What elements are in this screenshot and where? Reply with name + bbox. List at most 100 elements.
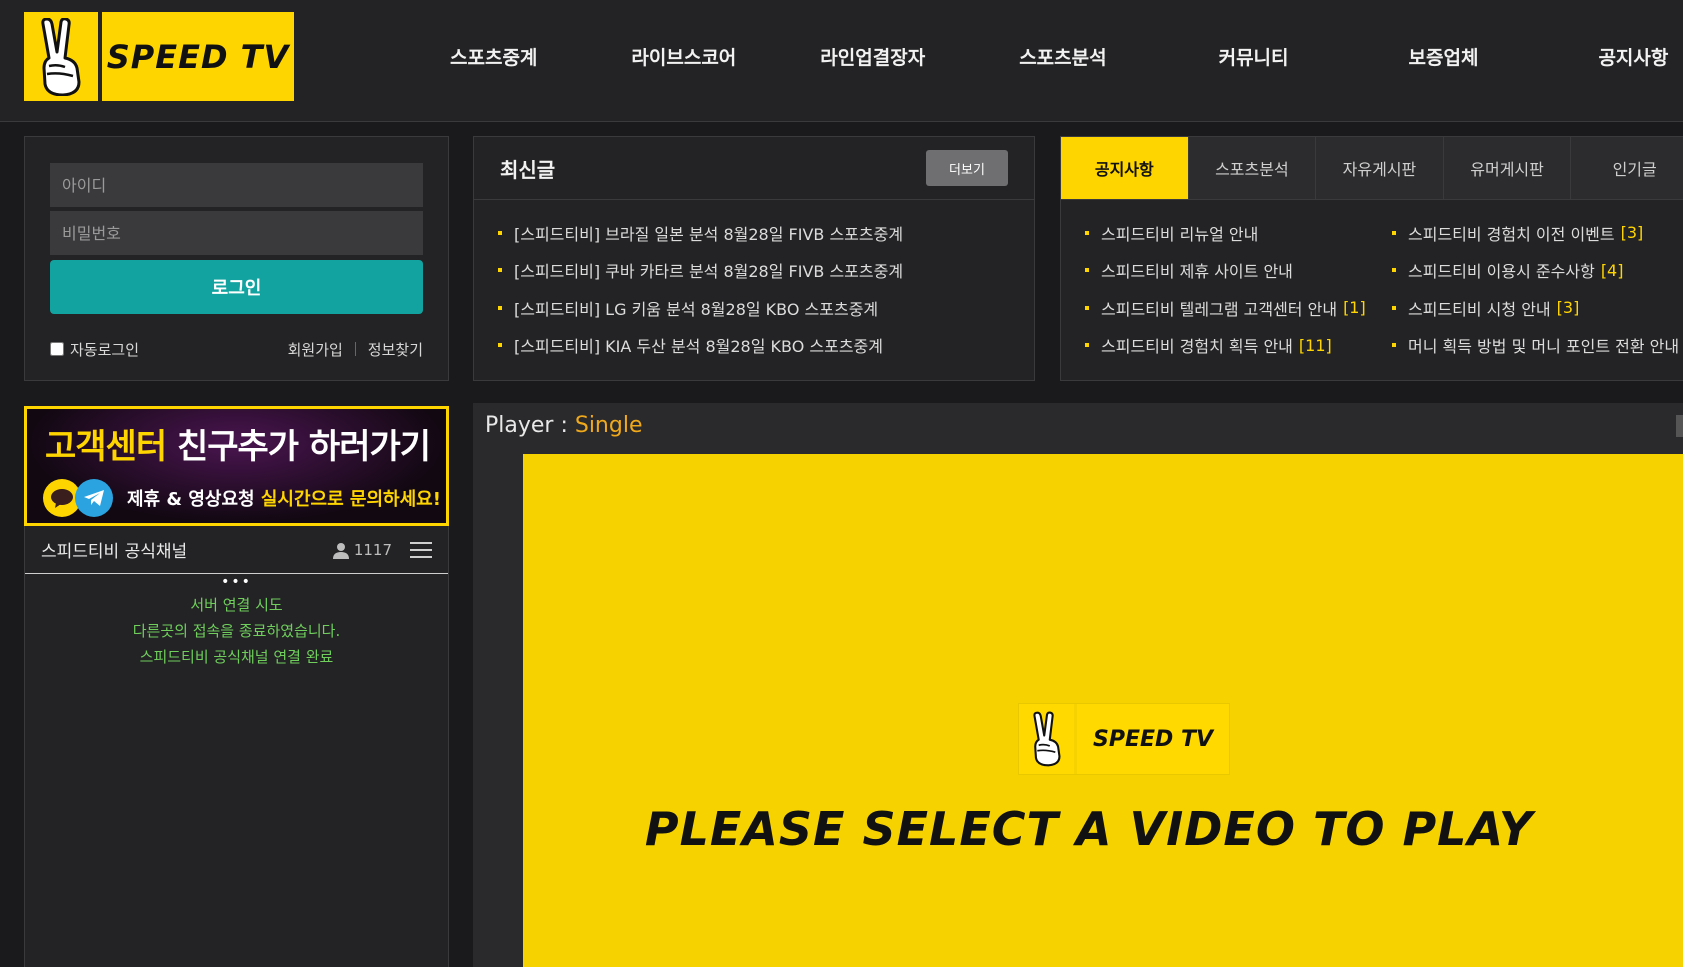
nav-sports-broadcast[interactable]: 스포츠중계 — [450, 43, 537, 70]
notice-list-left: 스피드티비 리뉴얼 안내 스피드티비 제휴 사이트 안내 스피드티비 텔레그램 … — [1085, 214, 1392, 364]
site-header: SPEED TV 스포츠중계 라이브스코어 라인업결장자 스포츠분석 커뮤니티 … — [0, 0, 1683, 122]
list-item[interactable]: 스피드티비 경험치 이전 이벤트 [3] — [1392, 214, 1683, 252]
auto-login-label[interactable]: 자동로그인 — [70, 339, 139, 360]
player-logo-text: SPEED TV — [1093, 726, 1213, 752]
chat-system-message: 스피드티비 공식채널 연결 완료 — [139, 648, 334, 666]
list-item[interactable]: 스피드티비 이용시 준수사항 [4] — [1392, 252, 1683, 290]
tab-sports-analysis[interactable]: 스포츠분석 — [1188, 137, 1317, 199]
post-title[interactable]: [스피드티비] KIA 두산 분석 8월28일 KBO 스포츠중계 — [514, 333, 883, 357]
bullet — [1085, 343, 1089, 348]
username-input[interactable] — [50, 163, 423, 207]
comment-count: [1] — [1343, 298, 1366, 318]
bullet — [498, 268, 502, 273]
list-item[interactable]: 스피드티비 제휴 사이트 안내 — [1085, 252, 1392, 290]
player-mode[interactable]: Single — [575, 413, 643, 438]
banner-headline-highlight: 고객센터 — [45, 427, 167, 467]
telegram-icon — [75, 479, 113, 517]
player-label: Player : — [485, 413, 575, 438]
password-input[interactable] — [50, 211, 423, 255]
player-mode-label: Player : Single — [485, 413, 643, 438]
user-icon — [332, 542, 349, 559]
bullet — [498, 230, 502, 235]
player-logo: SPEED TV — [1019, 704, 1229, 774]
nav-community[interactable]: 커뮤니티 — [1219, 43, 1289, 70]
list-item[interactable]: 스피드티비 시청 안내 [3] — [1392, 289, 1683, 327]
comment-count: [3] — [1620, 223, 1644, 243]
notice-title[interactable]: 스피드티비 시청 안내 — [1408, 296, 1551, 320]
nav-sports-analysis[interactable]: 스포츠분석 — [1019, 43, 1106, 70]
notice-title[interactable]: 머니 획득 방법 및 머니 포인트 전환 안내 — [1408, 333, 1679, 357]
tab-notice[interactable]: 공지사항 — [1061, 137, 1189, 199]
bullet — [1392, 343, 1396, 348]
auto-login-checkbox[interactable] — [50, 342, 64, 356]
nav-lineup[interactable]: 라인업결장자 — [820, 43, 925, 70]
bullet — [1085, 305, 1089, 310]
chat-user-count[interactable]: 1117 — [332, 541, 392, 559]
comment-count: [4] — [1600, 260, 1624, 280]
main-nav: 스포츠중계 라이브스코어 라인업결장자 스포츠분석 커뮤니티 보증업체 공지사항 — [450, 0, 1668, 112]
list-item[interactable]: [스피드티비] 쿠바 카타르 분석 8월28일 FIVB 스포츠중계 — [498, 252, 1034, 290]
player-scrollbar[interactable] — [1676, 415, 1683, 437]
board-tabs: 공지사항 스포츠분석 자유게시판 유머게시판 인기글 — [1061, 137, 1683, 200]
notice-columns: 스피드티비 리뉴얼 안내 스피드티비 제휴 사이트 안내 스피드티비 텔레그램 … — [1061, 200, 1683, 364]
chat-title: 스피드티비 공식채널 — [41, 542, 188, 562]
tab-free-board[interactable]: 자유게시판 — [1316, 137, 1444, 199]
nav-verified-sites[interactable]: 보증업체 — [1409, 43, 1479, 70]
latest-posts-header: 최신글 더보기 — [474, 137, 1034, 200]
find-info-link[interactable]: 정보찾기 — [368, 339, 423, 360]
list-item[interactable]: [스피드티비] 브라질 일본 분석 8월28일 FIVB 스포츠중계 — [498, 214, 1034, 252]
notice-title[interactable]: 스피드티비 경험치 획득 안내 — [1101, 333, 1293, 357]
bullet — [1085, 268, 1089, 273]
bullet — [1392, 268, 1396, 273]
notice-title[interactable]: 스피드티비 경험치 이전 이벤트 — [1408, 221, 1615, 245]
post-title[interactable]: [스피드티비] LG 키움 분석 8월28일 KBO 스포츠중계 — [514, 296, 878, 320]
chat-header: 스피드티비 공식채널 1117 — [25, 526, 448, 574]
login-links: 회원가입 정보찾기 — [288, 339, 423, 360]
nav-live-score[interactable]: 라이브스코어 — [631, 43, 736, 70]
list-item[interactable]: 스피드티비 텔레그램 고객센터 안내 [1] — [1085, 289, 1392, 327]
hamburger-menu-icon[interactable] — [410, 541, 432, 558]
customer-center-banner[interactable]: 고객센터 친구추가 하러가기 제휴 & 영상요청 실시간으로 문의하세요! — [24, 406, 449, 526]
latest-posts-panel: 최신글 더보기 [스피드티비] 브라질 일본 분석 8월28일 FIVB 스포츠… — [473, 136, 1035, 381]
signup-link[interactable]: 회원가입 — [288, 339, 343, 360]
list-item[interactable]: [스피드티비] LG 키움 분석 8월28일 KBO 스포츠중계 — [498, 289, 1034, 327]
bullet — [498, 305, 502, 310]
nav-notice[interactable]: 공지사항 — [1598, 43, 1668, 70]
list-item[interactable]: [스피드티비] KIA 두산 분석 8월28일 KBO 스포츠중계 — [498, 327, 1034, 365]
banner-subtext-highlight: 실시간으로 문의하세요! — [260, 489, 441, 510]
player-screen[interactable]: SPEED TV PLEASE SELECT A VIDEO TO PLAY — [523, 454, 1683, 967]
peace-hand-icon — [1019, 704, 1077, 774]
loading-dots-icon: ••• — [221, 574, 252, 590]
latest-posts-list: [스피드티비] 브라질 일본 분석 8월28일 FIVB 스포츠중계 [스피드티… — [474, 200, 1034, 364]
banner-subtext: 제휴 & 영상요청 실시간으로 문의하세요! — [127, 485, 441, 511]
notice-title[interactable]: 스피드티비 이용시 준수사항 — [1408, 258, 1595, 282]
post-title[interactable]: [스피드티비] 브라질 일본 분석 8월28일 FIVB 스포츠중계 — [514, 221, 903, 245]
post-title[interactable]: [스피드티비] 쿠바 카타르 분석 8월28일 FIVB 스포츠중계 — [514, 258, 903, 282]
bullet — [1392, 305, 1396, 310]
board-tabs-panel: 공지사항 스포츠분석 자유게시판 유머게시판 인기글 스피드티비 리뉴얼 안내 … — [1060, 136, 1683, 381]
chat-system-message: 서버 연결 시도 — [190, 596, 283, 614]
tab-humor-board[interactable]: 유머게시판 — [1443, 137, 1572, 199]
list-item[interactable]: 스피드티비 경험치 획득 안내 [11] — [1085, 327, 1392, 365]
chat-panel: 스피드티비 공식채널 1117 ••• 서버 연결 시도 다른곳의 접속을 종료… — [24, 526, 449, 967]
bullet — [1085, 230, 1089, 235]
bullet — [498, 343, 502, 348]
chat-messages: 서버 연결 시도 다른곳의 접속을 종료하였습니다. 스피드티비 공식채널 연결… — [25, 592, 448, 670]
video-player: Player : Single SPEED TV PLEASE SELECT A… — [473, 403, 1683, 967]
login-panel: 로그인 자동로그인 회원가입 정보찾기 — [24, 136, 449, 381]
banner-headline-text: 친구추가 하러가기 — [166, 427, 431, 467]
user-count-value: 1117 — [353, 540, 392, 559]
banner-headline: 고객센터 친구추가 하러가기 — [45, 419, 431, 468]
peace-hand-icon — [24, 12, 102, 101]
notice-title[interactable]: 스피드티비 제휴 사이트 안내 — [1101, 258, 1293, 282]
notice-title[interactable]: 스피드티비 리뉴얼 안내 — [1101, 221, 1258, 245]
more-button[interactable]: 더보기 — [926, 150, 1008, 186]
site-logo[interactable]: SPEED TV — [24, 12, 294, 101]
list-item[interactable]: 스피드티비 리뉴얼 안내 — [1085, 214, 1392, 252]
tab-popular[interactable]: 인기글 — [1571, 137, 1683, 199]
login-button[interactable]: 로그인 — [50, 260, 423, 314]
notice-title[interactable]: 스피드티비 텔레그램 고객센터 안내 — [1101, 296, 1337, 320]
banner-subtext-plain: 제휴 & 영상요청 — [127, 489, 261, 510]
list-item[interactable]: 머니 획득 방법 및 머니 포인트 전환 안내 — [1392, 327, 1683, 365]
notice-list-right: 스피드티비 경험치 이전 이벤트 [3] 스피드티비 이용시 준수사항 [4] 스피… — [1392, 214, 1683, 364]
